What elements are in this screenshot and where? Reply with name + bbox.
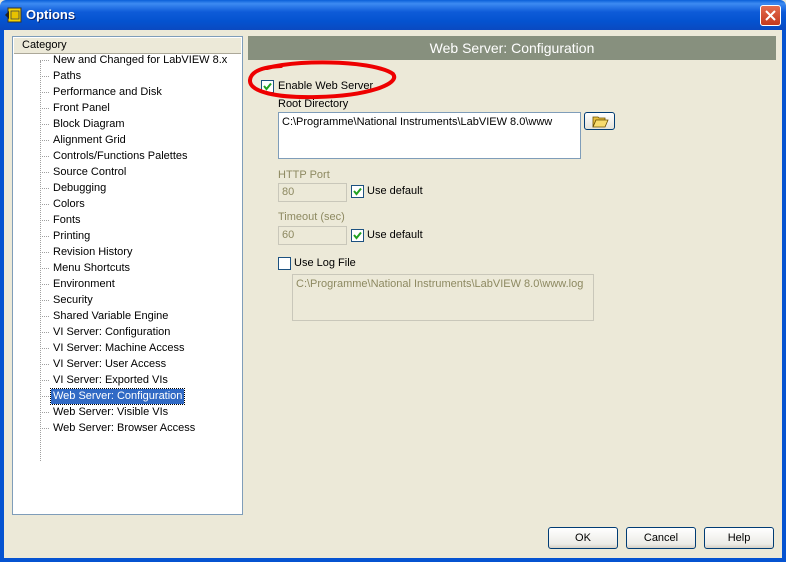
category-item[interactable]: Shared Variable Engine [39, 309, 170, 324]
category-item[interactable]: Debugging [39, 181, 108, 196]
labview-icon [5, 7, 23, 23]
category-item[interactable]: VI Server: Configuration [39, 325, 172, 340]
timeout-use-default-checkbox[interactable] [351, 229, 364, 242]
category-item[interactable]: Block Diagram [40, 117, 127, 132]
category-tree[interactable]: Category New and Changed for LabVIEW 8.x… [12, 36, 243, 515]
folder-open-icon [592, 116, 609, 128]
timeout-field[interactable]: 60 [278, 226, 347, 245]
window-border-left [0, 30, 4, 562]
category-item[interactable]: Front Panel [40, 101, 112, 116]
category-item[interactable]: Revision History [39, 245, 134, 260]
window-border-right [782, 30, 786, 562]
http-port-use-default-label[interactable]: Use default [367, 185, 423, 198]
browse-root-directory-button[interactable] [584, 112, 615, 130]
page-title: Web Server: Configuration [248, 36, 776, 60]
category-item[interactable]: Performance and Disk [40, 85, 164, 100]
category-item[interactable]: Web Server: Configuration [39, 388, 186, 405]
root-directory-field[interactable]: C:\Programme\National Instruments\LabVIE… [278, 112, 581, 159]
close-button[interactable] [760, 5, 781, 26]
category-item[interactable]: Environment [40, 277, 117, 292]
root-directory-value: C:\Programme\National Instruments\LabVIE… [282, 116, 553, 128]
timeout-use-default-label[interactable]: Use default [367, 229, 423, 242]
category-item[interactable]: Security [40, 293, 95, 308]
http-port-field[interactable]: 80 [278, 183, 347, 202]
window-border-bottom [0, 558, 786, 562]
category-item[interactable]: Source Control [39, 165, 128, 180]
category-item[interactable]: VI Server: Machine Access [39, 341, 186, 356]
category-item[interactable]: Web Server: Browser Access [39, 421, 197, 436]
checkmark-icon [353, 231, 362, 240]
options-dialog: Options Category New and Changed for Lab… [0, 0, 786, 562]
tree-connector [40, 61, 41, 461]
category-item[interactable]: Paths [39, 69, 83, 84]
close-icon [765, 10, 776, 21]
category-item[interactable]: Fonts [40, 213, 83, 228]
title-bar[interactable]: Options [0, 0, 786, 30]
log-file-path-field[interactable]: C:\Programme\National Instruments\LabVIE… [292, 274, 594, 321]
help-button[interactable]: Help [704, 527, 774, 549]
category-item[interactable]: VI Server: Exported VIs [40, 373, 170, 388]
window-title: Options [26, 7, 76, 22]
category-item[interactable]: Controls/Functions Palettes [40, 149, 190, 164]
use-log-file-checkbox[interactable] [278, 257, 291, 270]
cancel-button[interactable]: Cancel [626, 527, 696, 549]
category-item[interactable]: Web Server: Visible VIs [39, 405, 170, 420]
category-item[interactable]: VI Server: User Access [39, 357, 168, 372]
timeout-value: 60 [282, 229, 295, 241]
log-file-path-value: C:\Programme\National Instruments\LabVIE… [296, 278, 584, 290]
category-header: Category [14, 38, 241, 54]
use-log-file-label[interactable]: Use Log File [294, 257, 356, 270]
category-item[interactable]: Colors [40, 197, 87, 212]
annotation-circle [248, 60, 397, 100]
checkmark-icon [353, 187, 362, 196]
http-port-use-default-checkbox[interactable] [351, 185, 364, 198]
http-port-value: 80 [282, 186, 295, 198]
timeout-label: Timeout (sec) [278, 211, 345, 223]
category-item[interactable]: Printing [39, 229, 92, 244]
http-port-label: HTTP Port [278, 169, 330, 181]
category-item[interactable]: Menu Shortcuts [39, 261, 132, 276]
category-item[interactable]: New and Changed for LabVIEW 8.x [39, 53, 229, 68]
category-item[interactable]: Alignment Grid [40, 133, 128, 148]
ok-button[interactable]: OK [548, 527, 618, 549]
